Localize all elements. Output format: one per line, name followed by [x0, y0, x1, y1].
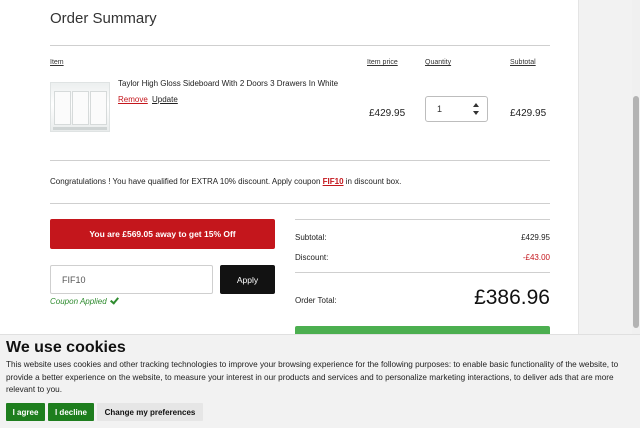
subtotal-value: £429.95 [521, 233, 550, 242]
column-header-item-price: Item price [367, 59, 398, 66]
page-title: Order Summary [50, 10, 157, 27]
scrollbar-thumb[interactable] [633, 96, 639, 328]
cookie-heading: We use cookies [6, 339, 126, 356]
cookie-body: This website uses cookies and other trac… [6, 360, 619, 394]
promo-code-link[interactable]: FIF10 [323, 177, 344, 186]
coupon-status-label: Coupon Applied [50, 297, 107, 306]
cookie-banner: We use cookies This website uses cookies… [0, 334, 640, 428]
order-total-label: Order Total: [295, 296, 337, 305]
product-name[interactable]: Taylor High Gloss Sideboard With 2 Doors… [118, 79, 338, 88]
upsell-banner[interactable]: You are £569.05 away to get 15% Off [50, 219, 275, 249]
remove-link[interactable]: Remove [118, 95, 148, 104]
subtotal-label: Subtotal: [295, 233, 327, 242]
update-link[interactable]: Update [152, 95, 178, 104]
divider [50, 160, 550, 161]
divider [50, 203, 550, 204]
coupon-input[interactable]: FIF10 [50, 265, 213, 294]
divider [295, 272, 550, 273]
promo-message: Congratulations ! You have qualified for… [50, 177, 401, 186]
quantity-value[interactable]: 1 [437, 104, 442, 114]
apply-button[interactable]: Apply [220, 265, 275, 294]
promo-text-before: Congratulations ! You have qualified for… [50, 177, 323, 186]
divider [295, 219, 550, 220]
checkmark-icon [109, 295, 119, 305]
product-thumbnail[interactable] [50, 82, 110, 132]
decline-button[interactable]: I decline [48, 403, 94, 421]
agree-button[interactable]: I agree [6, 403, 45, 421]
sideboard-door-left [54, 91, 71, 125]
chevron-up-icon[interactable] [473, 103, 479, 107]
order-total-value: £386.96 [474, 286, 550, 309]
chevron-down-icon[interactable] [473, 111, 479, 115]
spinner-arrows-icon[interactable] [473, 103, 479, 117]
sideboard-base [53, 127, 107, 130]
discount-label: Discount: [295, 253, 329, 262]
item-price: £429.95 [369, 108, 406, 119]
coupon-status: Coupon Applied [50, 295, 119, 306]
sideboard-door-middle [72, 91, 89, 125]
quantity-stepper[interactable]: 1 [425, 96, 488, 122]
sideboard-door-right [90, 91, 107, 125]
promo-text-after: in discount box. [343, 177, 402, 186]
column-header-item: Item [50, 59, 64, 66]
column-header-quantity: Quantity [425, 59, 452, 66]
line-subtotal: £429.95 [510, 108, 547, 119]
change-preferences-button[interactable]: Change my preferences [97, 403, 203, 421]
column-header-subtotal: Subtotal [510, 59, 536, 66]
discount-value: -£43.00 [522, 253, 550, 262]
divider [50, 45, 550, 46]
